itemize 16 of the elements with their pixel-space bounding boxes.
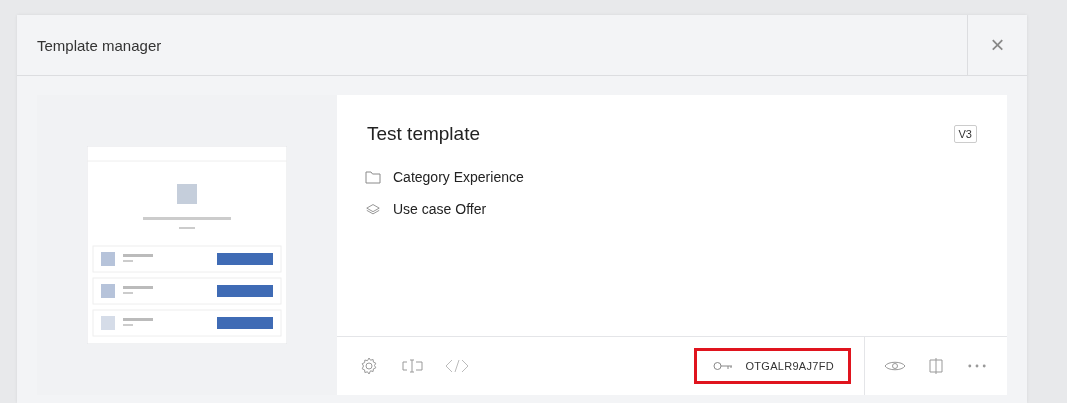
layers-icon — [365, 202, 381, 216]
split-view-icon — [928, 357, 944, 375]
folder-icon — [365, 170, 381, 184]
more-icon — [968, 364, 986, 368]
use-case-label: Use case Offer — [393, 201, 487, 217]
window-title: Template manager — [36, 36, 163, 54]
eye-icon — [884, 359, 906, 373]
template-name: Test template — [367, 123, 480, 145]
key-code: OTGALR9AJ7FD — [745, 360, 834, 372]
version-badge: V3 — [953, 125, 977, 143]
gear-icon — [359, 356, 379, 376]
text-cursor-icon — [402, 358, 424, 374]
category-label: Category Experience — [393, 169, 524, 185]
code-icon — [445, 358, 469, 374]
key-icon — [713, 361, 734, 371]
close-button[interactable]: × — [967, 15, 1027, 75]
